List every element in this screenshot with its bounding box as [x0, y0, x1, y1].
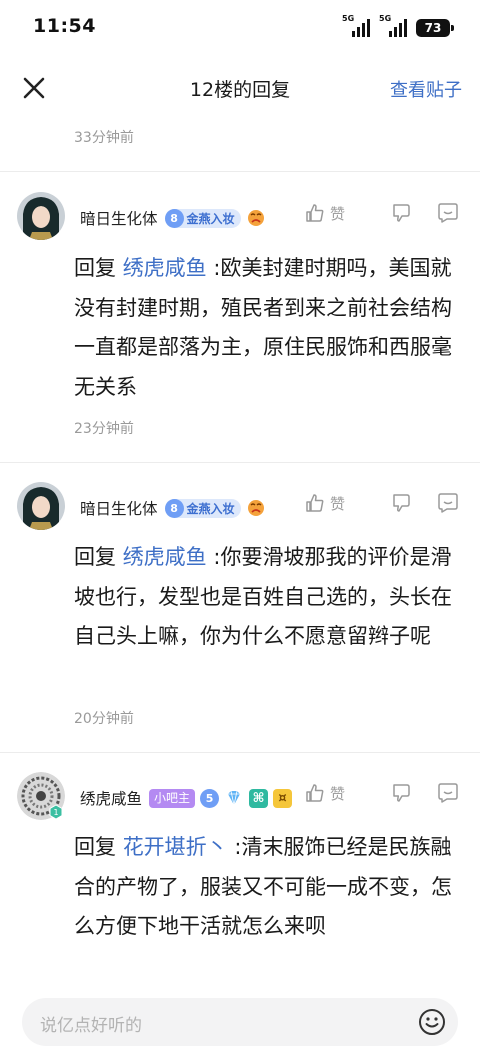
- reply-actions: 赞: [304, 492, 460, 514]
- mention-link[interactable]: 绣虎咸鱼: [123, 256, 207, 280]
- crying-emoji-badge-icon: [247, 210, 264, 226]
- top-nav: 12楼的回复 查看贴子: [0, 58, 480, 118]
- username[interactable]: 暗日生化体: [80, 497, 158, 519]
- battery-icon: 73: [416, 19, 454, 37]
- svg-text:1: 1: [53, 808, 58, 817]
- thumbs-down-icon[interactable]: [390, 202, 412, 224]
- thumbs-up-icon: [306, 784, 324, 802]
- status-bar: 11:54 5G 5G 73: [0, 0, 480, 58]
- reply-input-placeholder: 说亿点好听的: [40, 1016, 142, 1036]
- like-button[interactable]: 赞: [304, 782, 366, 804]
- diamond-icon: [228, 790, 241, 806]
- gold-badge-icon: ¤: [273, 788, 293, 808]
- reply-text: 回复 绣虎咸鱼 :你要滑坡那我的评价是滑坡也行，发型也是百姓自己选的，头长在自己…: [74, 545, 452, 648]
- thumbs-down-icon[interactable]: [390, 492, 412, 514]
- thumbs-down-icon[interactable]: [390, 782, 412, 804]
- user-info: 绣虎咸鱼 小吧主 5 ⌘ ¤: [80, 786, 293, 810]
- like-button[interactable]: 赞: [304, 202, 366, 224]
- sword-badge-icon: ⌘: [249, 788, 269, 808]
- level-badge: 8 金燕入妆: [164, 208, 241, 228]
- view-post-link[interactable]: 查看贴子: [390, 76, 462, 102]
- avatar[interactable]: 1: [17, 772, 65, 820]
- timestamp: 33分钟前: [74, 130, 134, 146]
- member-level-icon: 1: [49, 804, 63, 820]
- moderator-badge: 小吧主: [149, 788, 196, 808]
- mention-link[interactable]: 绣虎咸鱼: [123, 545, 207, 569]
- level-badge: 5: [200, 788, 220, 808]
- crying-emoji-badge-icon: [247, 500, 264, 516]
- avatar[interactable]: [17, 482, 65, 530]
- reply-text: 回复 花开堪折丶 :清末服饰已经是民族融合的产物了，服装又不可能一成不变，怎么方…: [74, 835, 452, 938]
- divider: [0, 462, 480, 463]
- status-icons: 5G 5G 73: [342, 14, 454, 37]
- signal-icon: 5G: [379, 14, 407, 37]
- reply-actions: 赞: [304, 202, 460, 224]
- reply-text: 回复 绣虎咸鱼 :欧美封建时期吗，美国就没有封建时期，殖民者到来之前社会结构一直…: [74, 256, 452, 399]
- signal-icon: 5G: [342, 14, 370, 37]
- divider: [0, 171, 480, 172]
- mention-link[interactable]: 花开堪折丶: [123, 835, 228, 859]
- thumbs-up-icon: [306, 204, 324, 222]
- avatar[interactable]: [17, 192, 65, 240]
- reply-input[interactable]: 说亿点好听的: [22, 998, 458, 1046]
- timestamp: 20分钟前: [74, 711, 134, 727]
- thumbs-up-icon: [306, 494, 324, 512]
- level-badge: 8 金燕入妆: [164, 498, 241, 518]
- timestamp: 23分钟前: [74, 421, 134, 437]
- comment-icon[interactable]: [436, 782, 460, 804]
- status-time: 11:54: [33, 15, 96, 37]
- user-info: 暗日生化体 8 金燕入妆: [80, 206, 266, 230]
- comment-icon[interactable]: [436, 492, 460, 514]
- user-info: 暗日生化体 8 金燕入妆: [80, 496, 266, 520]
- username[interactable]: 绣虎咸鱼: [80, 787, 142, 809]
- divider: [0, 752, 480, 753]
- username[interactable]: 暗日生化体: [80, 207, 158, 229]
- emoji-icon[interactable]: [418, 1008, 446, 1036]
- reply-actions: 赞: [304, 782, 460, 804]
- comment-icon[interactable]: [436, 202, 460, 224]
- like-button[interactable]: 赞: [304, 492, 366, 514]
